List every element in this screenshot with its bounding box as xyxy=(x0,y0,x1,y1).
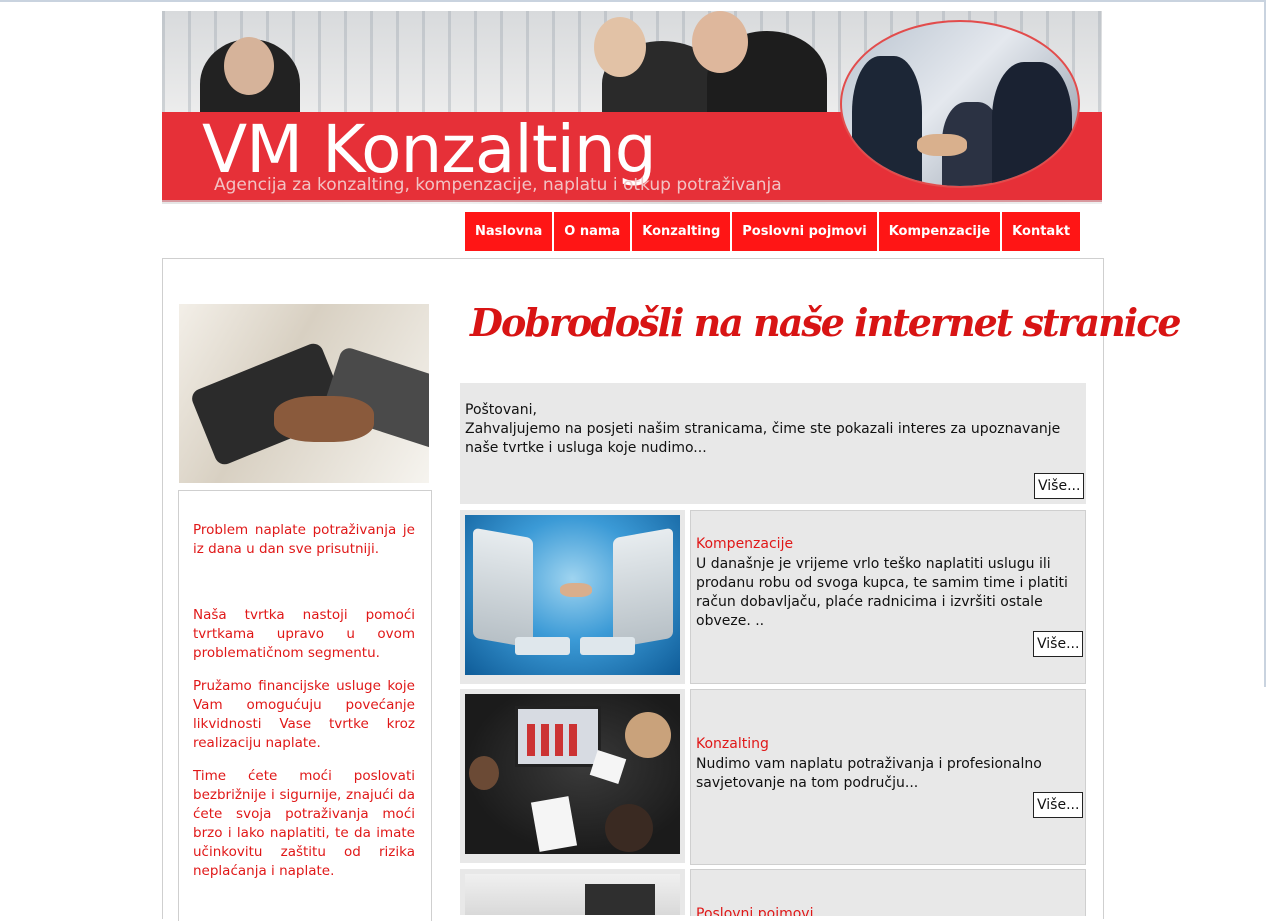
banner-person-center-head xyxy=(594,17,646,77)
intro-text: Zahvaljujemo na posjeti našim stranicama… xyxy=(465,421,1061,456)
oval-person-left xyxy=(852,56,922,186)
nav-item-o-nama[interactable]: O nama xyxy=(554,212,631,251)
oval-person-right xyxy=(992,62,1072,186)
monitor-screen xyxy=(585,884,655,915)
keyboard-left xyxy=(515,637,570,655)
sidebar-handshake-photo xyxy=(179,304,429,483)
screen-handshake xyxy=(560,583,592,597)
nav-item-naslovna[interactable]: Naslovna xyxy=(465,212,553,251)
card-konzalting-image-frame xyxy=(460,689,685,863)
banner-person-left-head xyxy=(224,37,274,95)
card-title-kompenzacije[interactable]: Kompenzacije xyxy=(696,536,793,552)
card-poslovni-pojmovi: Poslovni pojmovi xyxy=(690,869,1086,916)
monitor-right xyxy=(613,527,673,649)
person-head-left xyxy=(469,756,499,790)
card-poslovni-pojmovi-image-frame xyxy=(460,869,685,915)
card-text-kompenzacije: U današnje je vrijeme vrlo teško naplati… xyxy=(696,556,1068,629)
intro-greeting: Poštovani, xyxy=(465,402,537,418)
banner-person-right-head xyxy=(692,11,748,73)
sidebar-paragraph: Naša tvrtka nastoji pomoći tvrtkama upra… xyxy=(193,607,415,661)
paper-sheet xyxy=(530,796,578,852)
sidebar-paragraph: Problem naplate potraživanja je iz dana … xyxy=(193,522,415,557)
main-nav: Naslovna O nama Konzalting Poslovni pojm… xyxy=(465,212,1081,251)
sidebar-paragraph: Pružamo financijske usluge koje Vam omog… xyxy=(193,678,415,751)
meeting-laptop-image[interactable] xyxy=(465,694,680,854)
computers-handshake-image[interactable] xyxy=(465,515,680,675)
monitor-left xyxy=(473,527,533,649)
card-title-konzalting[interactable]: Konzalting xyxy=(696,736,769,752)
sidebar-paragraph: Time ćete moći poslovati bezbrižnije i s… xyxy=(193,768,415,879)
monitor-image[interactable] xyxy=(465,874,680,915)
card-kompenzacije-more-button[interactable]: Više... xyxy=(1033,631,1084,657)
intro-panel: Poštovani, Zahvaljujemo na posjeti našim… xyxy=(460,383,1086,504)
person-head-bottom xyxy=(605,804,653,852)
nav-item-kontakt[interactable]: Kontakt xyxy=(1002,212,1081,251)
sidebar-textbox: Problem naplate potraživanja je iz dana … xyxy=(178,490,432,921)
nav-item-poslovni-pojmovi[interactable]: Poslovni pojmovi xyxy=(732,212,877,251)
card-konzalting-more-button[interactable]: Više... xyxy=(1033,792,1084,818)
intro-more-button[interactable]: Više... xyxy=(1034,473,1085,499)
laptop-chart-bars xyxy=(527,724,583,756)
card-kompenzacije-image-frame xyxy=(460,510,685,684)
card-text-konzalting: Nudimo vam naplatu potraživanja i profes… xyxy=(696,756,1042,791)
handshake-oval-photo xyxy=(840,20,1080,188)
keyboard-right xyxy=(580,637,635,655)
paper-sheet-small xyxy=(589,750,627,784)
card-kompenzacije: Kompenzacije U današnje je vrijeme vrlo … xyxy=(690,510,1086,684)
card-konzalting: Konzalting Nudimo vam naplatu potraživan… xyxy=(690,689,1086,865)
nav-item-kompenzacije[interactable]: Kompenzacije xyxy=(878,212,1001,251)
person-head-right xyxy=(625,712,671,758)
welcome-heading: Dobrodošli na naše internet stranice xyxy=(470,300,1182,345)
browser-top-border xyxy=(0,0,1266,2)
header-banner: VM Konzalting Agencija za konzalting, ko… xyxy=(162,11,1102,204)
handshake-hands xyxy=(274,396,374,442)
brand-subtitle: Agencija za konzalting, kompenzacije, na… xyxy=(214,175,782,195)
oval-handshake xyxy=(917,134,967,156)
nav-item-konzalting[interactable]: Konzalting xyxy=(632,212,731,251)
